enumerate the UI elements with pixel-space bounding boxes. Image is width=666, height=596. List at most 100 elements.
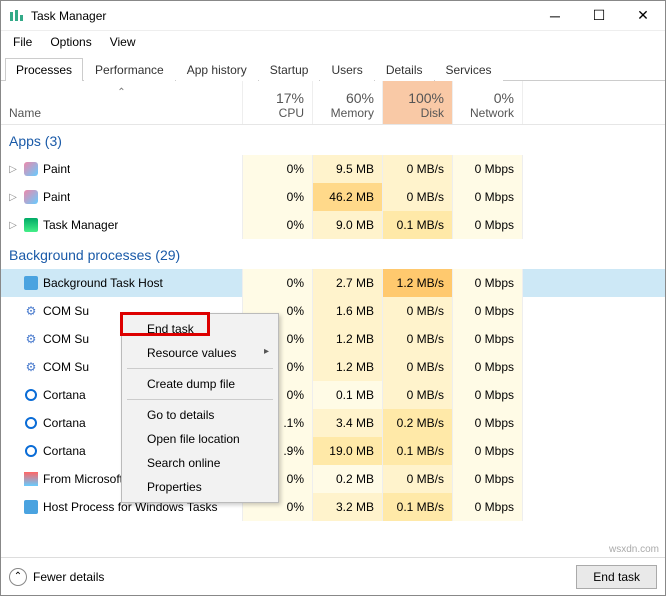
expand-icon[interactable]: ▷ [7,164,19,175]
tab-details[interactable]: Details [375,58,434,81]
process-row[interactable]: ⚙COM Su0%1.2 MB0 MB/s0 Mbps [1,353,665,381]
chevron-up-icon: ⌃ [9,568,27,586]
process-grid: ⌃ Name 17% CPU 60% Memory 100% Disk 0% N… [1,81,665,521]
cell-network: 0 Mbps [453,409,523,437]
watermark: wsxdn.com [609,544,659,555]
ctx-end-task[interactable]: End task [125,317,275,341]
tab-startup[interactable]: Startup [259,58,320,81]
gear-icon: ⚙ [23,303,39,319]
tab-bar: Processes Performance App history Startu… [1,53,665,81]
ms-icon [23,471,39,487]
process-name-label: Paint [43,162,70,176]
expand-icon[interactable]: ▷ [7,192,19,203]
expand-icon[interactable]: ▷ [7,220,19,231]
process-row[interactable]: ⚙COM Su0%1.2 MB0 MB/s0 Mbps [1,325,665,353]
ctx-go-to-details[interactable]: Go to details [125,403,275,427]
process-row[interactable]: ▷Task Manager0%9.0 MB0.1 MB/s0 Mbps [1,211,665,239]
cell-memory: 3.4 MB [313,409,383,437]
process-name-cell: ▷ Paint [1,155,243,183]
app-icon [9,8,25,24]
process-row[interactable]: From Microsoft Background Ta...0%0.2 MB0… [1,465,665,493]
cell-disk: 0 MB/s [383,353,453,381]
section-bg: Background processes (29) [1,239,665,269]
cell-disk: 0 MB/s [383,325,453,353]
cell-cpu: 0% [243,211,313,239]
gear-icon: ⚙ [23,331,39,347]
process-row[interactable]: Cortana.1%3.4 MB0.2 MB/s0 Mbps [1,409,665,437]
ctx-create-dump[interactable]: Create dump file [125,372,275,396]
ctx-properties[interactable]: Properties [125,475,275,499]
cell-memory: 46.2 MB [313,183,383,211]
fewer-details-button[interactable]: ⌃ Fewer details [9,568,104,586]
process-name-label: Background Task Host [43,276,163,290]
maximize-button[interactable]: ☐ [577,1,621,31]
cortana-icon [23,387,39,403]
footer-bar: ⌃ Fewer details End task [1,557,665,595]
cell-network: 0 Mbps [453,325,523,353]
ctx-separator [127,399,273,400]
tab-processes[interactable]: Processes [5,58,83,81]
process-name-cell: ▷Paint [1,183,243,211]
minimize-button[interactable]: ─ [533,1,577,31]
process-name-label: COM Su [43,304,89,318]
menu-file[interactable]: File [5,33,40,51]
process-row[interactable]: ▷Paint0%9.5 MB0 MB/s0 Mbps [1,155,665,183]
cell-network: 0 Mbps [453,269,523,297]
ctx-separator [127,368,273,369]
process-row[interactable]: Background Task Host0%2.7 MB1.2 MB/s0 Mb… [1,269,665,297]
cell-memory: 0.1 MB [313,381,383,409]
cell-memory: 9.5 MB [313,155,383,183]
header-memory[interactable]: 60% Memory [313,81,383,124]
tab-performance[interactable]: Performance [84,58,175,81]
cell-disk: 0.1 MB/s [383,437,453,465]
cell-network: 0 Mbps [453,437,523,465]
process-name-label: Cortana [43,444,86,458]
menu-options[interactable]: Options [42,33,99,51]
cell-disk: 0.2 MB/s [383,409,453,437]
header-name[interactable]: ⌃ Name [1,81,243,124]
header-network-label: Network [470,106,514,120]
host-icon [23,499,39,515]
cell-memory: 0.2 MB [313,465,383,493]
cortana-icon [23,443,39,459]
cell-memory: 1.2 MB [313,353,383,381]
cell-memory: 19.0 MB [313,437,383,465]
ctx-resource-values[interactable]: Resource values [125,341,275,365]
tab-app-history[interactable]: App history [176,58,258,81]
ctx-search-online[interactable]: Search online [125,451,275,475]
menu-view[interactable]: View [102,33,144,51]
header-cpu-label: CPU [279,106,304,120]
header-memory-label: Memory [331,106,374,120]
cell-memory: 1.2 MB [313,325,383,353]
process-row[interactable]: Cortana0%0.1 MB0 MB/s0 Mbps [1,381,665,409]
header-cpu-pct: 17% [276,90,304,106]
cell-memory: 9.0 MB [313,211,383,239]
end-task-button[interactable]: End task [576,565,657,589]
paint-icon [23,189,39,205]
ctx-open-file-location[interactable]: Open file location [125,427,275,451]
header-cpu[interactable]: 17% CPU [243,81,313,124]
cell-memory: 3.2 MB [313,493,383,521]
cell-network: 0 Mbps [453,155,523,183]
process-row[interactable]: Cortana.9%19.0 MB0.1 MB/s0 Mbps [1,437,665,465]
cell-disk: 0 MB/s [383,155,453,183]
header-network[interactable]: 0% Network [453,81,523,124]
cell-cpu: 0% [243,269,313,297]
context-menu: End task Resource values Create dump fil… [121,313,279,503]
process-row[interactable]: ▷Paint0%46.2 MB0 MB/s0 Mbps [1,183,665,211]
tab-services[interactable]: Services [435,58,503,81]
process-row[interactable]: ⚙COM Su0%1.6 MB0 MB/s0 Mbps [1,297,665,325]
cell-network: 0 Mbps [453,381,523,409]
sort-indicator-icon: ⌃ [9,87,234,98]
header-name-label: Name [9,106,234,120]
tab-users[interactable]: Users [320,58,373,81]
fewer-details-label: Fewer details [33,570,104,584]
cell-memory: 1.6 MB [313,297,383,325]
host-icon [23,275,39,291]
header-row: ⌃ Name 17% CPU 60% Memory 100% Disk 0% N… [1,81,665,125]
process-row[interactable]: Host Process for Windows Tasks0%3.2 MB0.… [1,493,665,521]
tm-icon [23,217,39,233]
process-name-label: COM Su [43,332,89,346]
close-button[interactable]: ✕ [621,1,665,31]
header-disk[interactable]: 100% Disk [383,81,453,124]
